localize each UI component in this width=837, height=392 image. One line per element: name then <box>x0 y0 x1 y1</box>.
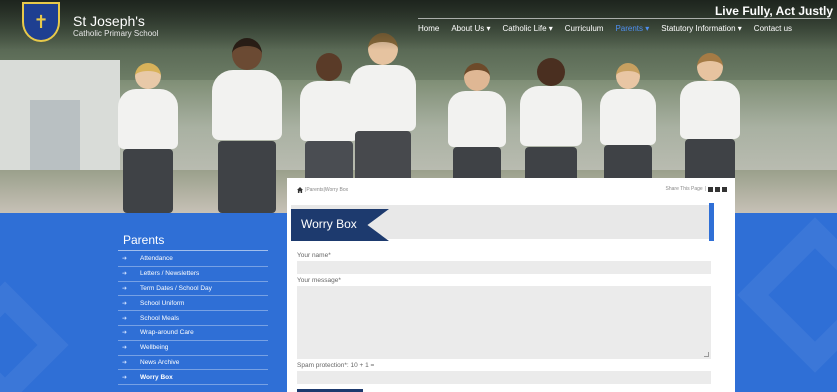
arrow-right-icon: ➜ <box>122 285 128 292</box>
chevron-down-icon: ▾ <box>548 24 553 33</box>
nav-item-about-us[interactable]: About Us ▾ <box>451 24 490 33</box>
spam-protection-label: Spam protection*: 10 + 1 = <box>297 362 375 369</box>
email-icon[interactable] <box>722 186 727 192</box>
resize-handle[interactable] <box>704 352 709 357</box>
breadcrumb-current: Worry Box <box>324 187 349 193</box>
message-textarea[interactable] <box>297 286 711 359</box>
sidebar-item-letters-newsletters[interactable]: ➜ Letters / Newsletters <box>118 267 268 282</box>
chevron-down-icon: ▾ <box>486 24 491 33</box>
breadcrumb: | Parents | Worry Box <box>297 187 348 193</box>
home-icon[interactable] <box>297 187 303 193</box>
sidebar-item-school-meals[interactable]: ➜ School Meals <box>118 311 268 326</box>
share-separator: | <box>704 186 706 192</box>
content-panel: | Parents | Worry Box Share This Page | … <box>287 178 735 392</box>
sidebar-title: Parents <box>123 233 165 247</box>
sidebar-item-school-uniform[interactable]: ➜ School Uniform <box>118 296 268 312</box>
nav-divider <box>418 18 831 19</box>
nav-item-catholic-life[interactable]: Catholic Life ▾ <box>503 24 553 33</box>
nav-item-curriculum[interactable]: Curriculum <box>565 24 604 33</box>
arrow-right-icon: ➜ <box>122 345 128 352</box>
page-title: Worry Box <box>301 217 357 231</box>
sidebar-menu: ➜ Attendance ➜ Letters / Newsletters ➜ Term… <box>118 252 268 386</box>
sidebar-item-worry-box[interactable]: ➜ Worry Box <box>118 370 268 386</box>
nav-item-home[interactable]: Home <box>418 24 439 33</box>
title-accent <box>709 203 714 241</box>
chevron-down-icon: ▾ <box>645 24 650 33</box>
sidebar-item-news-archive[interactable]: ➜ News Archive <box>118 356 268 371</box>
arrow-right-icon: ➜ <box>122 271 128 278</box>
arrow-right-icon: ➜ <box>122 359 128 366</box>
hero-child <box>212 38 282 213</box>
nav-item-statutory-information[interactable]: Statutory Information ▾ <box>661 24 742 33</box>
arrow-right-icon: ➜ <box>122 315 128 322</box>
school-crest-logo[interactable]: ✝ <box>22 2 60 42</box>
twitter-icon[interactable] <box>715 186 720 192</box>
breadcrumb-parent-link[interactable]: Parents <box>306 187 323 193</box>
nav-item-contact-us[interactable]: Contact us <box>754 24 792 33</box>
arrow-right-icon: ➜ <box>122 300 128 307</box>
chevron-down-icon: ▾ <box>737 24 742 33</box>
sidebar-item-wellbeing[interactable]: ➜ Wellbeing <box>118 341 268 356</box>
name-input[interactable] <box>297 261 711 274</box>
nav-item-parents[interactable]: Parents ▾ <box>615 24 649 33</box>
school-name[interactable]: St Joseph's <box>73 14 145 28</box>
hero-child <box>118 63 178 213</box>
name-label: Your name* <box>297 252 331 259</box>
sidebar-divider <box>118 250 268 251</box>
share-bar: Share This Page | <box>666 186 727 192</box>
sidebar-item-wrap-around-care[interactable]: ➜ Wrap-around Care <box>118 326 268 341</box>
arrow-right-icon: ➜ <box>122 256 128 263</box>
decorative-chevron <box>737 217 837 373</box>
message-label: Your message* <box>297 277 341 284</box>
facebook-icon[interactable] <box>708 186 713 192</box>
spam-protection-input[interactable] <box>297 371 711 384</box>
arrow-right-icon: ➜ <box>122 374 128 381</box>
site-header: ✝ St Joseph's Catholic Primary School Li… <box>0 0 837 50</box>
sidebar-item-term-dates[interactable]: ➜ Term Dates / School Day <box>118 282 268 297</box>
decorative-chevron <box>0 281 69 392</box>
sidebar-item-attendance[interactable]: ➜ Attendance <box>118 252 268 267</box>
share-label: Share This Page <box>665 186 703 192</box>
school-subtitle: Catholic Primary School <box>73 29 159 38</box>
main-navigation: Home About Us ▾ Catholic Life ▾ Curricul… <box>418 24 792 33</box>
school-motto: Live Fully, Act Justly <box>714 4 833 18</box>
arrow-right-icon: ➜ <box>122 330 128 337</box>
